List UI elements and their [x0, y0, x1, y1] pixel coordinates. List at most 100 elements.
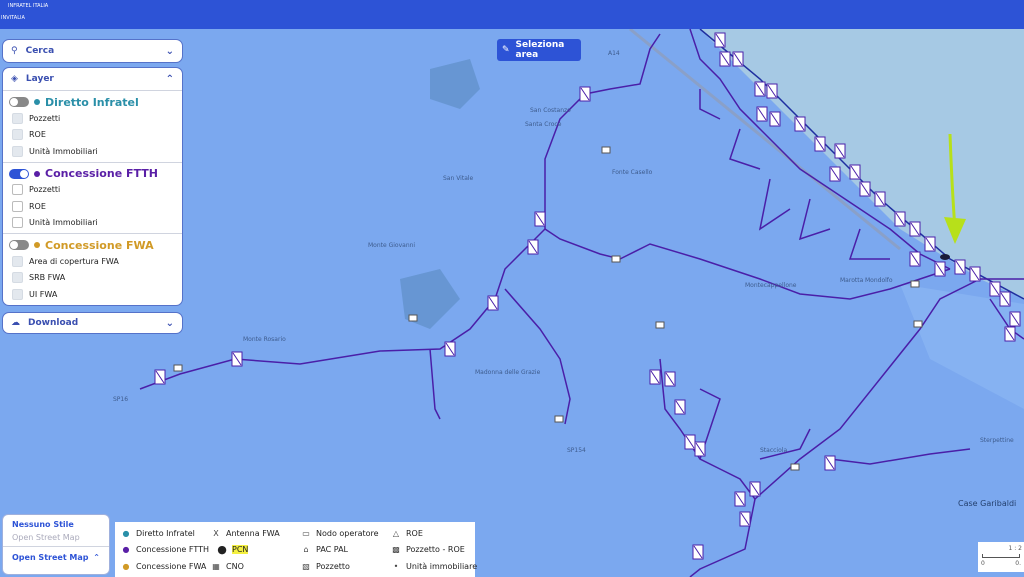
antenna-icon: Χ — [213, 528, 219, 538]
layer-label: Layer — [25, 74, 54, 84]
nodo-operatore-marker[interactable] — [554, 415, 564, 423]
chevron-up-icon[interactable]: ⌃ — [93, 553, 100, 562]
checkbox-label: Pozzetti — [29, 113, 61, 123]
toggle-diretto-infratel[interactable] — [9, 97, 29, 107]
map-label: Fonte Casello — [612, 169, 653, 176]
scale-ratio: 1 : 2 — [1008, 545, 1022, 552]
map-label: Montecappellone — [745, 282, 797, 289]
pozzetto-roe-icon: ▩ — [392, 545, 400, 555]
nodo-operatore-marker[interactable] — [611, 255, 621, 263]
nodo-operatore-marker[interactable] — [408, 314, 418, 322]
checkbox-label: Pozzetti — [29, 185, 61, 195]
map-label: Monte Rosario — [243, 336, 286, 343]
scale-end: 0. — [1015, 560, 1021, 567]
section-title: Diretto Infratel — [45, 95, 139, 109]
chevron-down-icon[interactable]: ⌄ — [166, 318, 174, 329]
dot-icon: ● — [122, 545, 130, 555]
map-label: Madonna delle Grazie — [475, 369, 541, 376]
legend-label: Antenna FWA — [226, 528, 280, 538]
dot-icon — [34, 170, 40, 177]
basemap-selected: Open Street Map — [12, 553, 89, 562]
basemap-option-osm[interactable]: Open Street Map — [3, 533, 109, 542]
nodo-operatore-marker[interactable] — [910, 280, 920, 288]
scale-start: 0 — [981, 560, 985, 567]
map-label: Mondolfo — [865, 277, 893, 284]
select-area-label: Seleziona area — [515, 40, 565, 60]
section-diretto-infratel: Diretto Infratel Pozzetti ROE Unità Immo… — [3, 90, 182, 162]
layers-icon: ◈ — [11, 74, 18, 84]
nodo-operatore-marker[interactable] — [913, 320, 923, 328]
nodo-operatore-marker[interactable] — [173, 364, 183, 372]
map-label: A14 — [608, 50, 620, 57]
pencil-icon: ✎ — [502, 45, 510, 55]
section-title: Concessione FTTH — [45, 167, 158, 180]
map-label: San Vitale — [443, 175, 474, 182]
brand-invitalia: INVITALIA — [1, 15, 25, 21]
brand-infratel: INFRATEL ITALIA — [8, 3, 49, 9]
checkbox-roe[interactable] — [12, 200, 23, 212]
pcn-marker[interactable] — [940, 254, 950, 260]
toggle-concessione-fwa[interactable] — [9, 240, 29, 250]
checkbox-label: Unità Immobiliari — [29, 218, 98, 228]
checkbox-unita-immobiliari[interactable] — [12, 145, 23, 157]
download-label: Download — [28, 318, 79, 328]
cno-icon: ▦ — [212, 561, 220, 571]
nodo-operatore-marker[interactable] — [655, 321, 665, 329]
legend-label: Diretto Infratel — [136, 528, 195, 538]
chevron-down-icon[interactable]: ⌄ — [166, 46, 174, 57]
triangle-icon: △ — [392, 528, 400, 538]
pcn-dot-icon: ● — [217, 543, 227, 557]
search-panel[interactable]: ⚲ Cerca ⌄ — [2, 39, 183, 63]
rectangle-icon: ▭ — [302, 528, 310, 538]
nodo-operatore-marker[interactable] — [601, 146, 611, 154]
map-label: Sterpettine — [980, 437, 1014, 444]
legend-label: PCN — [232, 545, 249, 555]
select-area-button[interactable]: ✎ Seleziona area — [497, 39, 581, 61]
map-legend: ● Diretto Infratel Χ Antenna FWA ▭ Nodo ope… — [115, 522, 478, 577]
pozzetto-icon: ▧ — [302, 561, 310, 571]
map-label: SP16 — [113, 396, 129, 403]
legend-label: Unità immobiliare — [406, 561, 478, 571]
dot-icon — [34, 99, 40, 105]
checkbox-label: SRB FWA — [29, 273, 66, 283]
checkbox-label: Area di copertura FWA — [29, 256, 119, 266]
map-park — [430, 59, 480, 109]
map-label: Marotta — [840, 277, 864, 284]
house-icon: ⌂ — [303, 545, 309, 555]
checkbox-pozzetti[interactable] — [12, 184, 23, 196]
nodo-operatore-markers — [173, 146, 923, 471]
checkbox-roe[interactable] — [12, 129, 23, 141]
app-header: INFRATEL ITALIA INVITALIA — [0, 0, 1024, 29]
legend-label: Concessione FWA — [136, 561, 207, 571]
legend-label: ROE — [406, 528, 423, 538]
basemap-selector[interactable]: Nessuno Stile Open Street Map Open Stree… — [2, 514, 110, 575]
legend-label: PAC PAL — [316, 545, 349, 555]
checkbox-srb-fwa[interactable] — [12, 272, 23, 284]
chevron-up-icon[interactable]: ⌃ — [166, 74, 174, 85]
scale-bar: 1 : 2 0 0. — [978, 542, 1024, 572]
checkbox-label: UI FWA — [29, 289, 58, 299]
checkbox-ui-fwa[interactable] — [12, 288, 23, 300]
section-concessione-ftth: Concessione FTTH Pozzetti ROE Unità Immo… — [3, 161, 182, 234]
search-icon: ⚲ — [11, 46, 18, 56]
search-label: Cerca — [25, 46, 55, 56]
basemap-option-none[interactable]: Nessuno Stile — [3, 520, 109, 529]
section-concessione-fwa: Concessione FWA Area di copertura FWA SR… — [3, 233, 182, 305]
map-label: Monte Giovanni — [368, 242, 416, 249]
legend-label: Pozzetto — [316, 561, 350, 571]
map-label: Santa Croce — [525, 121, 562, 128]
map-label: Stacciola — [760, 447, 788, 454]
download-panel[interactable]: ☁ Download ⌄ — [2, 312, 183, 334]
legend-label: Nodo operatore — [316, 528, 379, 538]
checkbox-unita-immobiliari[interactable] — [12, 217, 23, 229]
nodo-operatore-marker[interactable] — [790, 463, 800, 471]
legend-label: Pozzetto - ROE — [406, 545, 465, 555]
checkbox-area-copertura-fwa[interactable] — [12, 255, 23, 267]
checkbox-pozzetti[interactable] — [12, 112, 23, 124]
checkbox-label: ROE — [29, 201, 46, 211]
dot-icon: ● — [122, 561, 130, 571]
map-label: San Costanzo — [530, 107, 571, 114]
toggle-concessione-ftth[interactable] — [9, 168, 29, 179]
dot-small-icon: • — [393, 561, 399, 571]
legend-label: Concessione FTTH — [136, 545, 209, 555]
